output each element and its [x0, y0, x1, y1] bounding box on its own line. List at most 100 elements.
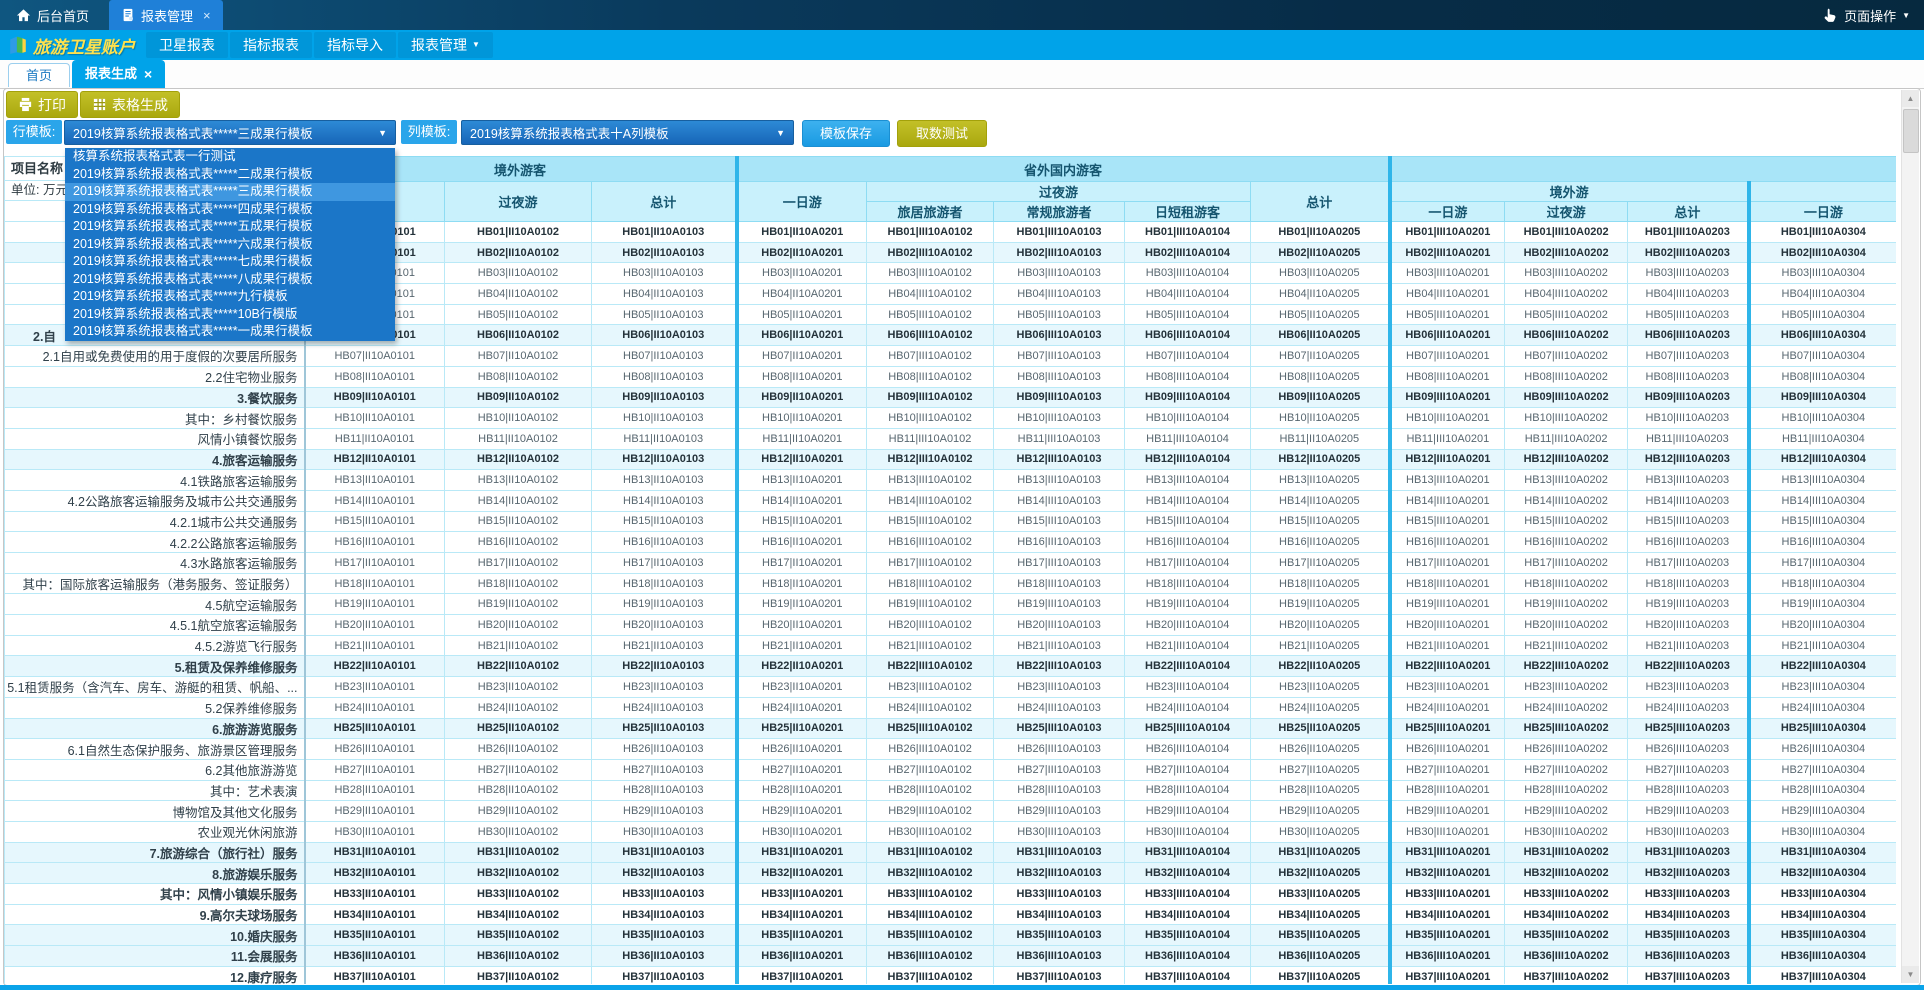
table-row[interactable]: 其中：艺术表演HB28|II10A0101HB28|II10A0102HB28|…	[5, 780, 1897, 801]
table-row[interactable]: 12.康疗服务HB37|II10A0101HB37|II10A0102HB37|…	[5, 966, 1897, 984]
table-row[interactable]: 4.2.1城市公共交通服务HB15|II10A0101HB15|II10A010…	[5, 511, 1897, 532]
table-row[interactable]: 4.5.2游览飞行服务HB21|II10A0101HB21|II10A0102H…	[5, 635, 1897, 656]
table-row[interactable]: 4.旅客运输服务HB12|II10A0101HB12|II10A0102HB12…	[5, 449, 1897, 470]
code-cell: HB21|II10A0201	[737, 635, 867, 656]
menu-item-indicator-import[interactable]: 指标导入	[314, 32, 396, 58]
code-cell: HB21|III10A0203	[1628, 635, 1749, 656]
vertical-scrollbar[interactable]: ▲ ▼	[1901, 90, 1919, 983]
code-cell: HB17|II10A0101	[305, 553, 445, 574]
fetch-test-button[interactable]: 取数测试	[897, 120, 987, 147]
code-cell: HB16|II10A0201	[737, 532, 867, 553]
code-cell: HB26|III10A0202	[1505, 739, 1628, 760]
table-row[interactable]: 农业观光休闲旅游HB30|II10A0101HB30|II10A0102HB30…	[5, 821, 1897, 842]
code-cell: HB14|III10A0104	[1125, 490, 1251, 511]
dropdown-option[interactable]: 2019核算系统报表格式表*****九行模板	[65, 288, 395, 306]
code-cell: HB08|II10A0101	[305, 366, 445, 387]
table-row[interactable]: 2.1自用或免费使用的用于度假的次要居所服务HB07|II10A0101HB07…	[5, 346, 1897, 367]
close-icon[interactable]: ×	[203, 8, 211, 23]
code-cell: HB27|III10A0203	[1628, 759, 1749, 780]
code-cell: HB03|II10A0201	[737, 263, 867, 284]
top-tab-report-management[interactable]: 报表管理 ×	[109, 0, 223, 30]
code-cell: HB08|III10A0102	[867, 366, 994, 387]
table-row[interactable]: 4.2公路旅客运输服务及城市公共交通服务HB14|II10A0101HB14|I…	[5, 490, 1897, 511]
code-cell: HB28|III10A0203	[1628, 780, 1749, 801]
table-row[interactable]: 6.2其他旅游游览HB27|II10A0101HB27|II10A0102HB2…	[5, 759, 1897, 780]
scroll-down-icon[interactable]: ▼	[1902, 966, 1919, 983]
code-cell: HB02|III10A0104	[1125, 242, 1251, 263]
table-row[interactable]: 4.5.1航空旅客运输服务HB20|II10A0101 HB20|II10A010…	[5, 615, 1897, 636]
table-row[interactable]: 10.婚庆服务HB35|II10A0101HB35|II10A0102HB35|…	[5, 925, 1897, 946]
row-label: 2.1自用或免费使用的用于度假的次要居所服务	[5, 346, 305, 367]
table-row[interactable]: 8.旅游娱乐服务HB32|II10A0101HB32|II10A0102HB32…	[5, 863, 1897, 884]
table-row[interactable]: 9.高尔夫球场服务HB34|II10A0101HB34|II10A0102HB3…	[5, 904, 1897, 925]
scroll-up-icon[interactable]: ▲	[1902, 90, 1919, 107]
dropdown-option[interactable]: 2019核算系统报表格式表*****六成果行模板	[65, 236, 395, 254]
tab-home[interactable]: 首页	[8, 63, 70, 87]
close-icon[interactable]: ×	[144, 60, 152, 88]
code-cell: HB25|III10A0203	[1628, 718, 1749, 739]
column-header: 总计	[1251, 182, 1390, 222]
dropdown-option[interactable]: 2019核算系统报表格式表*****八成果行模板	[65, 271, 395, 289]
dropdown-option[interactable]: 2019核算系统报表格式表*****五成果行模板	[65, 218, 395, 236]
menu-item-report-management[interactable]: 报表管理 ▼	[398, 32, 493, 58]
code-cell: HB16|III10A0104	[1125, 532, 1251, 553]
dropdown-option[interactable]: 2019核算系统报表格式表*****四成果行模板	[65, 201, 395, 219]
app-logo: 旅游卫星账户	[0, 33, 145, 58]
tab-report-generation[interactable]: 报表生成 ×	[72, 60, 165, 88]
table-row[interactable]: 6.1自然生态保护服务、旅游景区管理服务HB26|II10A0101HB26|I…	[5, 739, 1897, 760]
code-cell: HB23|III10A0104	[1125, 677, 1251, 698]
scrollbar-thumb[interactable]	[1903, 109, 1919, 153]
code-cell: HB20|III10A0102	[867, 615, 994, 636]
table-row[interactable]: 其中：乡村餐饮服务HB10|II10A0101HB10|II10A0102HB1…	[5, 408, 1897, 429]
dropdown-option[interactable]: 2019核算系统报表格式表*****10B行模版	[65, 306, 395, 324]
code-cell: HB26|III10A0203	[1628, 739, 1749, 760]
table-row[interactable]: 11.会展服务HB36|II10A0101HB36|II10A0102HB36|…	[5, 946, 1897, 967]
code-cell: HB33|II10A0102	[445, 884, 592, 905]
code-cell: HB20|II10A0103	[592, 615, 737, 636]
row-template-dropdown-list[interactable]: 核算系统报表格式表一行测试2019核算系统报表格式表*****二成果行模板201…	[65, 148, 395, 341]
menu-item-satellite-reports[interactable]: 卫星报表	[146, 32, 228, 58]
code-cell: HB16|III10A0203	[1628, 532, 1749, 553]
table-row[interactable]: 5.租赁及保养维修服务HB22|II10A0101HB22|II10A0102H…	[5, 656, 1897, 677]
row-label: 其中：风情小镇娱乐服务	[5, 884, 305, 905]
dropdown-option[interactable]: 核算系统报表格式表一行测试	[65, 148, 395, 166]
dropdown-option[interactable]: 2019核算系统报表格式表*****七成果行模板	[65, 253, 395, 271]
code-cell: HB10|II10A0103	[592, 408, 737, 429]
row-template-select[interactable]: 2019核算系统报表格式表*****三成果行模板 ▼	[64, 120, 396, 145]
dropdown-option[interactable]: 2019核算系统报表格式表*****三成果行模板	[65, 183, 395, 201]
table-row[interactable]: 5.1租赁服务（含汽车、房车、游艇的租赁、帆船、...HB23|II10A010…	[5, 677, 1897, 698]
code-cell: HB25|II10A0201	[737, 718, 867, 739]
code-cell: HB24|II10A0101	[305, 697, 445, 718]
table-row[interactable]: 4.1铁路旅客运输服务HB13|II10A0101HB13|II10A0102H…	[5, 470, 1897, 491]
template-save-button[interactable]: 模板保存	[802, 120, 890, 147]
dropdown-option[interactable]: 2019核算系统报表格式表*****二成果行模板	[65, 166, 395, 184]
table-row[interactable]: 4.2.2公路旅客运输服务HB16|II10A0101HB16|II10A010…	[5, 532, 1897, 553]
table-row[interactable]: 6.旅游游览服务HB25|II10A0101HB25|II10A0102HB25…	[5, 718, 1897, 739]
table-row[interactable]: 4.3水路旅客运输服务HB17|II10A0101HB17|II10A0102H…	[5, 553, 1897, 574]
table-generate-button[interactable]: 表格生成	[80, 91, 180, 118]
table-row[interactable]: 7.旅游综合（旅行社）服务HB31|II10A0101HB31|II10A010…	[5, 842, 1897, 863]
code-cell: HB04|III10A0304	[1749, 284, 1896, 305]
print-button[interactable]: 打印	[6, 91, 78, 118]
table-row[interactable]: 其中：国际旅客运输服务（港务服务、签证服务）HB18|II10A0101HB18…	[5, 573, 1897, 594]
code-cell: HB04|III10A0103	[994, 284, 1125, 305]
table-row[interactable]: 3.餐饮服务HB09|II10A0101HB09|II10A0102HB09|I…	[5, 387, 1897, 408]
table-row[interactable]: 其中：风情小镇娱乐服务HB33|II10A0101HB33|II10A0102H…	[5, 884, 1897, 905]
backend-home-button[interactable]: 后台首页	[0, 0, 105, 30]
code-cell: HB02|II10A0103	[592, 242, 737, 263]
table-row[interactable]: 2.2住宅物业服务HB08|II10A0101HB08|II10A0102HB0…	[5, 366, 1897, 387]
code-cell: HB24|II10A0205	[1251, 697, 1390, 718]
menu-item-indicator-reports[interactable]: 指标报表	[230, 32, 312, 58]
dropdown-option[interactable]: 2019核算系统报表格式表*****一成果行模板	[65, 323, 395, 341]
code-cell: HB12|II10A0101	[305, 449, 445, 470]
code-cell: HB35|III10A0203	[1628, 925, 1749, 946]
col-template-select[interactable]: 2019核算系统报表格式表十A列模板 ▼	[461, 120, 794, 145]
table-row[interactable]: 风情小镇餐饮服务HB11|II10A0101HB11|II10A0102HB11…	[5, 428, 1897, 449]
table-row[interactable]: 博物馆及其他文化服务HB29|II10A0101HB29|II10A0102HB…	[5, 801, 1897, 822]
page-actions-menu[interactable]: 页面操作 ▼	[1822, 6, 1924, 25]
row-label: 4.5.1航空旅客运输服务	[5, 615, 305, 636]
table-row[interactable]: 5.2保养维修服务HB24|II10A0101HB24|II10A0102HB2…	[5, 697, 1897, 718]
code-cell: HB20|II10A0101	[305, 615, 445, 636]
table-row[interactable]: 4.5航空运输服务HB19|II10A0101HB19|II10A0102HB1…	[5, 594, 1897, 615]
code-cell: HB31|III10A0102	[867, 842, 994, 863]
